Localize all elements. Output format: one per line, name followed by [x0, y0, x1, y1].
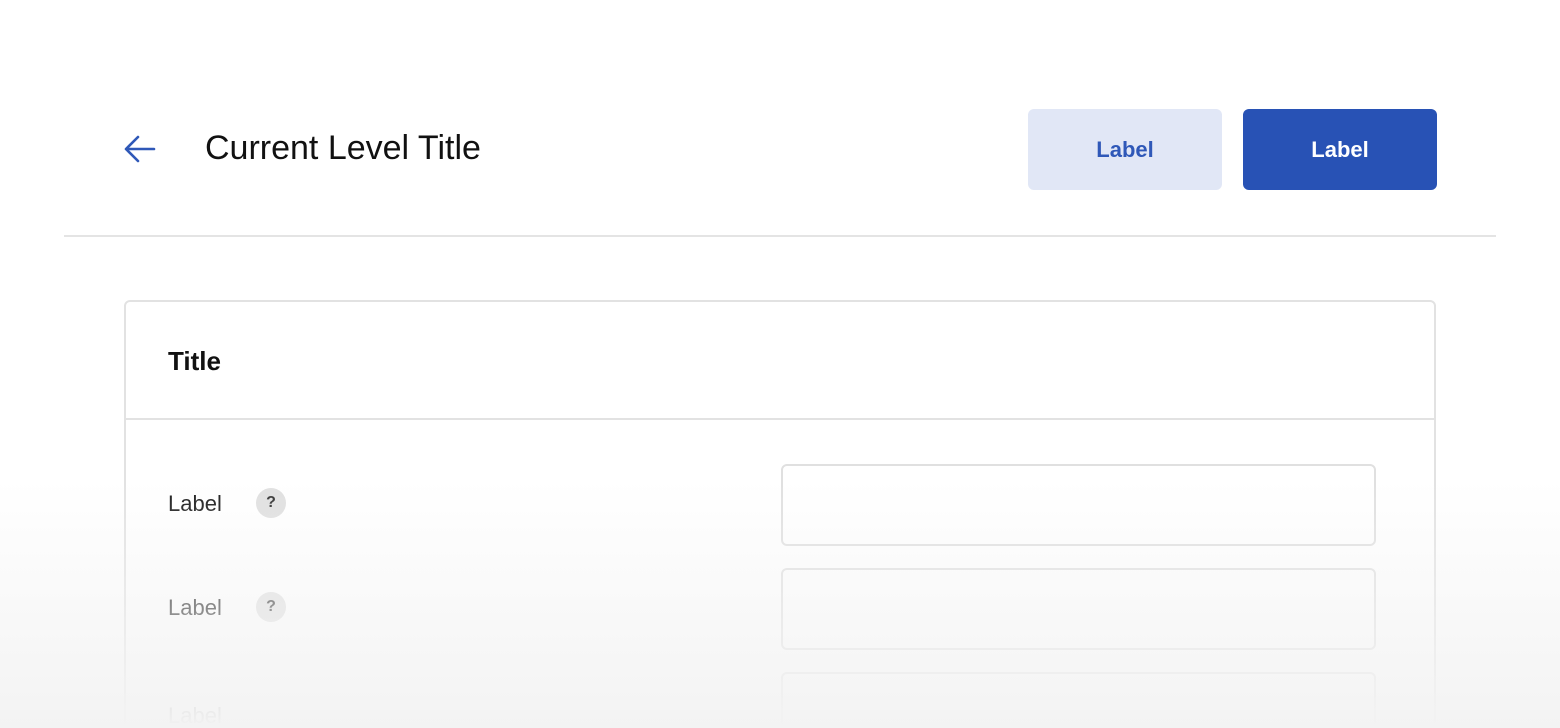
back-button[interactable] — [120, 128, 160, 170]
help-icon[interactable]: ? — [256, 488, 286, 518]
field-label: Label — [168, 595, 222, 620]
text-field[interactable] — [781, 672, 1376, 728]
page-header: Current Level Title Label Label — [64, 0, 1496, 237]
secondary-button[interactable]: Label — [1028, 109, 1222, 190]
form-row: Label — [126, 672, 1434, 728]
form-row: Label ? — [126, 464, 1434, 546]
field-label: Label — [168, 703, 222, 728]
text-field[interactable] — [781, 568, 1376, 650]
primary-button[interactable]: Label — [1243, 109, 1437, 190]
form-card: Title Label ? Label ? Label — [124, 300, 1436, 728]
arrow-left-icon — [124, 135, 156, 163]
card-title: Title — [168, 346, 221, 376]
field-label: Label — [168, 491, 222, 516]
text-field[interactable] — [781, 464, 1376, 546]
page: Current Level Title Label Label Title La… — [0, 0, 1560, 728]
page-title: Current Level Title — [205, 129, 481, 167]
form-row: Label ? — [126, 568, 1434, 650]
help-icon[interactable]: ? — [256, 592, 286, 622]
card-header: Title — [126, 302, 1434, 420]
